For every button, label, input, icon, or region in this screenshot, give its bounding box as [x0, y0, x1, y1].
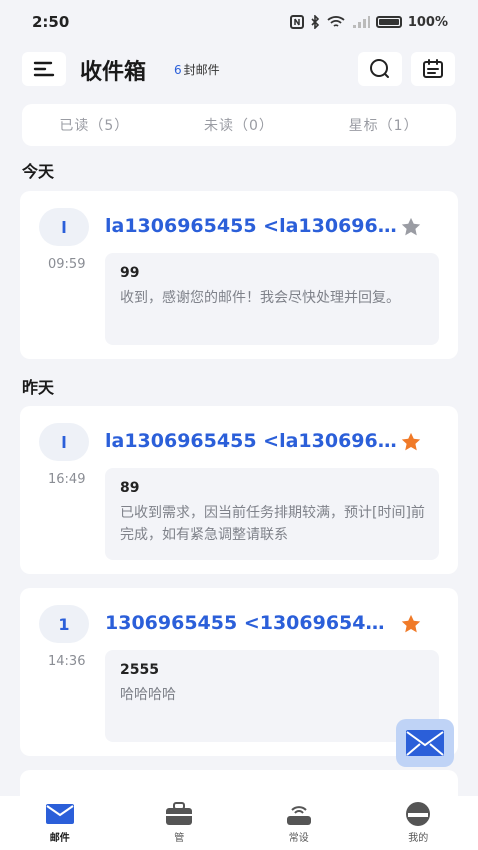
- calendar-icon: [423, 59, 443, 78]
- signal-icon: [352, 16, 370, 28]
- mail-preview: 2555 哈哈哈哈: [105, 650, 439, 742]
- battery-icon: [375, 16, 402, 28]
- tab-profile[interactable]: 我的: [359, 796, 478, 850]
- mail-count-suffix: 封邮件: [183, 63, 220, 77]
- mail-preview: 99 收到，感谢您的邮件！我会尽快处理并回复。: [105, 253, 439, 345]
- search-button[interactable]: [358, 52, 402, 86]
- mail-time: 16:49: [48, 472, 86, 487]
- mail-item[interactable]: 1 1306965455 <1306965455@ 14:36 2555 哈哈哈…: [20, 588, 458, 756]
- star-icon[interactable]: [400, 431, 422, 453]
- profile-icon: [402, 801, 434, 827]
- section-yesterday: 昨天: [22, 378, 55, 397]
- mail-snippet: 哈哈哈哈: [120, 687, 176, 703]
- mail-subject: 2555: [120, 662, 159, 678]
- mail-subject: 89: [120, 480, 140, 496]
- mail-time: 09:59: [48, 257, 86, 272]
- mail-sender: la1306965455 <la1306965455@: [105, 430, 397, 452]
- tab-mail[interactable]: 邮件: [0, 796, 120, 850]
- tab-manage[interactable]: 管: [120, 796, 240, 850]
- mail-sender: la1306965455 <la1306965455@: [105, 215, 397, 237]
- mail-count-number: 6: [174, 63, 182, 77]
- star-icon[interactable]: [400, 613, 422, 635]
- mail-snippet: 收到，感谢您的邮件！我会尽快处理并回复。: [120, 290, 400, 306]
- mail-icon: [44, 801, 76, 827]
- battery-level: 100%: [407, 14, 448, 30]
- filter-read[interactable]: 已读（5）: [59, 115, 129, 135]
- tab-manage-label: 管: [174, 833, 185, 844]
- avatar: 1: [39, 605, 89, 643]
- tab-profile-label: 我的: [408, 833, 429, 844]
- menu-button[interactable]: [22, 52, 66, 86]
- router-icon: [283, 801, 315, 827]
- tab-settings[interactable]: 常设: [239, 796, 359, 850]
- avatar: l: [39, 423, 89, 461]
- mail-snippet: 已收到需求，因当前任务排期较满，预计[时间]前完成，如有紧急调整请联系: [120, 505, 425, 543]
- envelope-icon: [406, 730, 444, 756]
- section-today: 今天: [22, 162, 55, 181]
- star-icon[interactable]: [400, 216, 422, 238]
- mail-sender: 1306965455 <1306965455@: [105, 612, 397, 634]
- header: 收件箱 6 封邮件: [0, 50, 478, 90]
- filter-starred[interactable]: 星标（1）: [349, 115, 419, 135]
- compose-button[interactable]: [396, 719, 454, 767]
- briefcase-icon: [163, 801, 195, 827]
- tab-settings-label: 常设: [288, 833, 309, 844]
- calendar-button[interactable]: [411, 52, 455, 86]
- mail-count: 6 封邮件: [174, 61, 220, 78]
- status-icons: 100%: [289, 14, 448, 30]
- filter-bar: 已读（5） 未读（0） 星标（1）: [22, 104, 456, 146]
- status-bar: 2:50 100%: [0, 0, 478, 44]
- bottom-tab-bar: 邮件 管 常设 我的: [0, 796, 478, 850]
- mail-item[interactable]: l la1306965455 <la1306965455@ 09:59 99 收…: [20, 191, 458, 359]
- bluetooth-icon: [311, 15, 319, 29]
- mail-subject: 99: [120, 265, 140, 281]
- mail-time: 14:36: [48, 654, 86, 669]
- status-time: 2:50: [32, 13, 70, 31]
- filter-unread[interactable]: 未读（0）: [204, 115, 274, 135]
- tab-mail-label: 邮件: [49, 833, 70, 844]
- avatar: l: [39, 208, 89, 246]
- mail-preview: 89 已收到需求，因当前任务排期较满，预计[时间]前完成，如有紧急调整请联系: [105, 468, 439, 560]
- mail-item[interactable]: l la1306965455 <la1306965455@ 16:49 89 已…: [20, 406, 458, 574]
- page-title: 收件箱: [80, 60, 147, 85]
- search-icon: [370, 59, 389, 78]
- nfc-icon: [289, 15, 304, 29]
- wifi-icon: [327, 16, 345, 27]
- menu-icon: [33, 61, 55, 77]
